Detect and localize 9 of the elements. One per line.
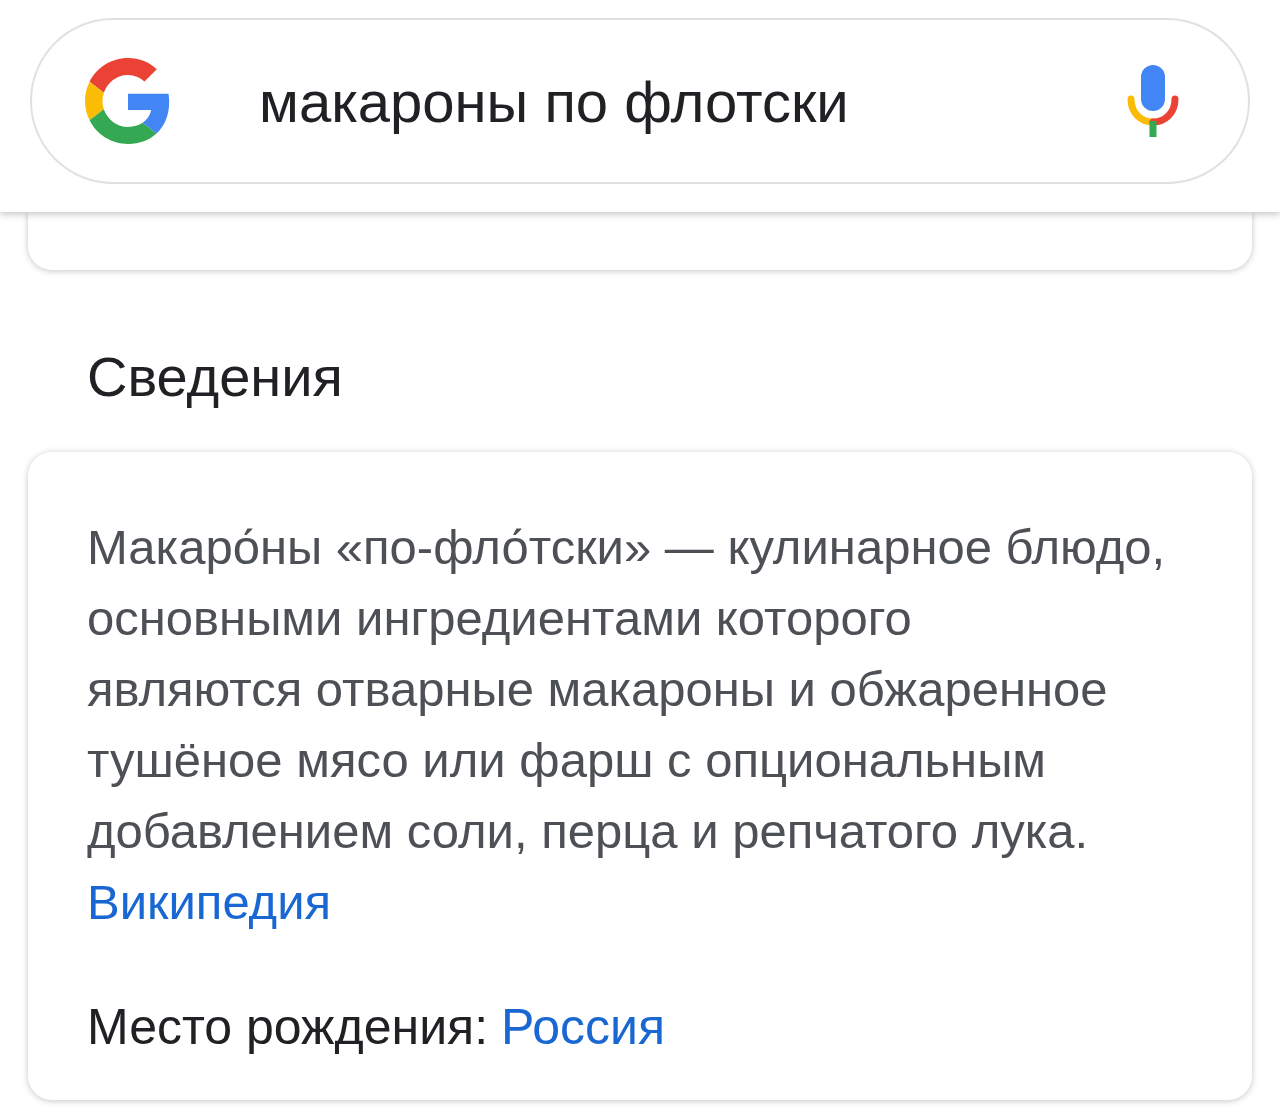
search-query[interactable]: макароны по флотски [259, 67, 1126, 135]
fact-value-link[interactable]: Россия [501, 992, 666, 1063]
microphone-icon[interactable] [1126, 65, 1180, 137]
section-heading: Сведения [87, 344, 343, 410]
wikipedia-link[interactable]: Википедия [87, 867, 332, 938]
description-text: Макаро́ны «по-фло́тски» — кулинарное блюдо, основными ингредиентами которого являются отварные макароны и обжаренное тушёное мясо или фарш с опциональным добавлением соли, перца и репчатого лука. [87, 519, 1166, 860]
fact-label: Место рождения: [87, 998, 489, 1057]
google-g-icon[interactable] [85, 58, 171, 144]
search-field[interactable]: макароны по флотски [30, 18, 1250, 184]
